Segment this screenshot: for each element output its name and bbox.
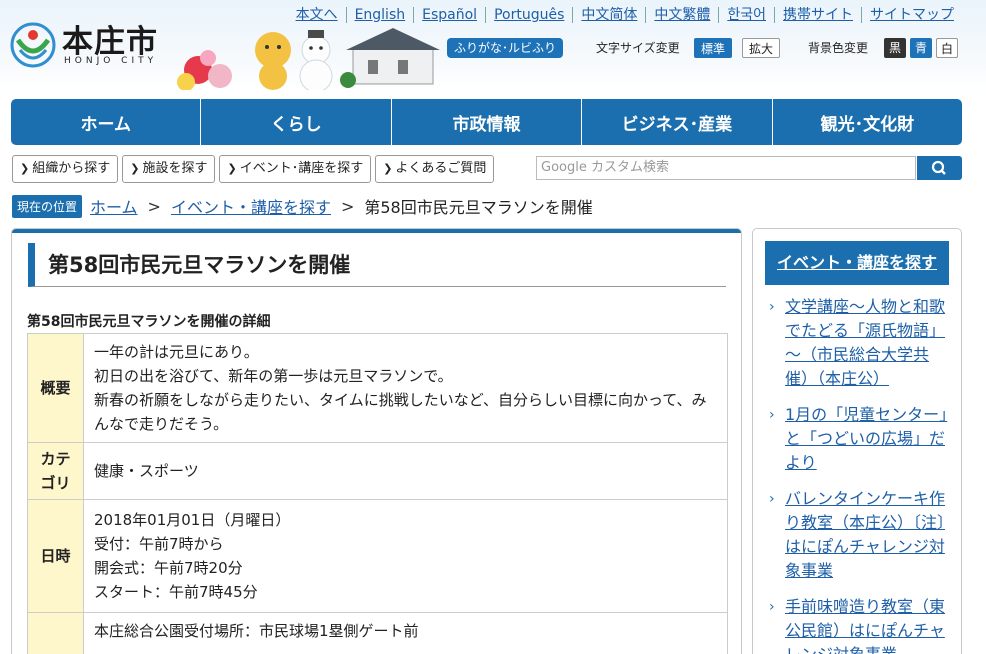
row-value: 健康・スポーツ bbox=[83, 442, 728, 500]
content-top-border bbox=[12, 229, 741, 233]
link-skip-to-content[interactable]: 本文へ bbox=[288, 7, 346, 23]
text-line: 受付：午前7時から bbox=[94, 535, 224, 553]
chevron-right-icon: ❯ bbox=[227, 162, 237, 175]
text-line: 新春の祈願をしながら走りたい、タイムに挑戦したいなど、自分らしい目標に向かって、… bbox=[94, 391, 707, 433]
find-events-button[interactable]: ❯ イベント･講座を探す bbox=[219, 155, 372, 183]
text-line: 一年の計は元旦にあり。 bbox=[94, 343, 259, 361]
row-label: カテゴリ bbox=[27, 442, 84, 500]
bg-blue-button[interactable]: 青 bbox=[910, 38, 932, 58]
link-portugues[interactable]: Português bbox=[485, 7, 572, 23]
font-size-label: 文字サイズ変更 bbox=[596, 41, 680, 55]
row-label: 概要 bbox=[27, 333, 84, 443]
button-label: 組織から探す bbox=[32, 161, 111, 176]
font-size-standard-button[interactable]: 標準 bbox=[694, 38, 733, 58]
chevron-right-icon: ❯ bbox=[20, 162, 30, 175]
nav-home[interactable]: ホーム bbox=[11, 99, 200, 145]
table-row: 本庄総合公園受付場所：市民球場1塁側ゲート前 bbox=[27, 612, 728, 654]
chevron-right-icon: › bbox=[769, 407, 775, 423]
chevron-right-icon: › bbox=[769, 599, 775, 615]
table-row: カテゴリ 健康・スポーツ bbox=[27, 442, 728, 500]
sidebar-link[interactable]: 1月の「児童センター」と「つどいの広場」だより bbox=[785, 405, 947, 472]
text-line: 本庄総合公園受付場所：市民球場1塁側ゲート前 bbox=[94, 622, 419, 640]
text-line: スタート：午前7時45分 bbox=[94, 583, 258, 601]
link-chinese-traditional[interactable]: 中文繁體 bbox=[645, 7, 718, 23]
chevron-right-icon: > bbox=[340, 196, 355, 216]
search-input[interactable]: Google カスタム検索 bbox=[536, 156, 916, 180]
list-item: › 1月の「児童センター」と「つどいの広場」だより bbox=[767, 403, 951, 475]
button-label: よくあるご質問 bbox=[395, 161, 487, 176]
sidebar-link[interactable]: 手前味噌造り教室（東公民館）はにぽんチャレンジ対象事業 bbox=[785, 597, 945, 654]
row-value: 一年の計は元旦にあり。 初日の出を浴びて、新年の第一歩は元旦マラソンで。 新春の… bbox=[83, 333, 728, 443]
chevron-right-icon: › bbox=[769, 299, 775, 315]
row-label bbox=[27, 612, 84, 654]
text-line: 開会式：午前7時20分 bbox=[94, 559, 243, 577]
row-value: 本庄総合公園受付場所：市民球場1塁側ゲート前 bbox=[83, 612, 728, 654]
nav-business[interactable]: ビジネス･産業 bbox=[581, 99, 771, 145]
row-value: 2018年01月01日（月曜日） 受付：午前7時から 開会式：午前7時20分 ス… bbox=[83, 499, 728, 613]
breadcrumb-current: 第58回市民元旦マラソンを開催 bbox=[364, 198, 593, 217]
nav-tourism[interactable]: 観光･文化財 bbox=[771, 99, 962, 145]
detail-title: 第58回市民元旦マラソンを開催の詳細 bbox=[27, 314, 271, 330]
find-facility-button[interactable]: ❯ 施設を探す bbox=[122, 155, 216, 183]
sidebar-link[interactable]: バレンタインケーキ作り教室（本庄公）〔注〕はにぽんチャレンジ対象事業 bbox=[785, 489, 945, 580]
row-label: 日時 bbox=[27, 499, 84, 613]
furigana-button[interactable]: ふりがな･ルビふり bbox=[447, 38, 564, 58]
link-mobile-site[interactable]: 携帯サイト bbox=[774, 7, 861, 23]
nav-living[interactable]: くらし bbox=[200, 99, 390, 145]
font-size-large-button[interactable]: 拡大 bbox=[742, 38, 781, 58]
table-row: 概要 一年の計は元旦にあり。 初日の出を浴びて、新年の第一歩は元旦マラソンで。 … bbox=[27, 333, 728, 443]
breadcrumb-events[interactable]: イベント・講座を探す bbox=[171, 194, 331, 218]
row-label-text: カテゴリ bbox=[40, 450, 71, 492]
table-row: 日時 2018年01月01日（月曜日） 受付：午前7時から 開会式：午前7時20… bbox=[27, 499, 728, 613]
sidebar-heading[interactable]: イベント・講座を探す bbox=[765, 241, 949, 285]
link-korean[interactable]: 한국어 bbox=[718, 7, 774, 23]
list-item: › バレンタインケーキ作り教室（本庄公）〔注〕はにぽんチャレンジ対象事業 bbox=[767, 487, 951, 583]
breadcrumb-tag: 現在の位置 bbox=[12, 194, 83, 218]
faq-button[interactable]: ❯ よくあるご質問 bbox=[375, 155, 495, 183]
city-emblem-icon bbox=[10, 22, 56, 68]
list-item: › 文学講座～人物と和歌でたどる「源氏物語」～（市民総合大学共催）（本庄公） bbox=[767, 295, 951, 391]
search-icon bbox=[931, 160, 946, 175]
sidebar-link[interactable]: 文学講座～人物と和歌でたどる「源氏物語」～（市民総合大学共催）（本庄公） bbox=[785, 297, 945, 388]
breadcrumb: 現在の位置 ホーム > イベント・講座を探す > 第58回市民元旦マラソンを開催 bbox=[12, 194, 593, 218]
nav-city-info[interactable]: 市政情報 bbox=[390, 99, 581, 145]
button-label: 施設を探す bbox=[142, 161, 208, 176]
link-sitemap[interactable]: サイトマップ bbox=[861, 7, 962, 23]
bg-white-button[interactable]: 白 bbox=[936, 38, 958, 58]
chevron-right-icon: > bbox=[147, 196, 161, 216]
bg-black-button[interactable]: 黒 bbox=[884, 38, 906, 58]
link-english[interactable]: English bbox=[345, 7, 414, 23]
page-title: 第58回市民元旦マラソンを開催 bbox=[28, 243, 726, 287]
chevron-right-icon: › bbox=[769, 491, 775, 507]
event-detail-table: 概要 一年の計は元旦にあり。 初日の出を浴びて、新年の第一歩は元旦マラソンで。 … bbox=[27, 333, 728, 654]
text-line: 初日の出を浴びて、新年の第一歩は元旦マラソンで。 bbox=[94, 367, 453, 385]
breadcrumb-home[interactable]: ホーム bbox=[90, 194, 138, 218]
top-links: 本文へ English Español Português 中文简体 中文繁體 … bbox=[288, 7, 962, 23]
sidebar: イベント・講座を探す › 文学講座～人物と和歌でたどる「源氏物語」～（市民総合大学… bbox=[752, 228, 962, 654]
logo-subtitle: HONJO CITY bbox=[64, 56, 158, 66]
main-content: 第58回市民元旦マラソンを開催 第58回市民元旦マラソンを開催の詳細 概要 一年… bbox=[11, 228, 742, 654]
logo-name: 本庄市 bbox=[62, 24, 158, 60]
global-nav: ホーム くらし 市政情報 ビジネス･産業 観光･文化財 bbox=[11, 99, 962, 145]
city-logo[interactable]: 本庄市 HONJO CITY bbox=[10, 18, 175, 74]
sidebar-list: › 文学講座～人物と和歌でたどる「源氏物語」～（市民総合大学共催）（本庄公） › 1… bbox=[767, 295, 951, 654]
text-line: 健康・スポーツ bbox=[94, 462, 199, 480]
link-espanol[interactable]: Español bbox=[413, 7, 485, 23]
text-line: 2018年01月01日（月曜日） bbox=[94, 511, 291, 529]
bg-color-label: 背景色変更 bbox=[808, 41, 869, 55]
find-by-organization-button[interactable]: ❯ 組織から探す bbox=[12, 155, 119, 183]
chevron-right-icon: ❯ bbox=[383, 162, 393, 175]
list-item: › 手前味噌造り教室（東公民館）はにぽんチャレンジ対象事業 bbox=[767, 595, 951, 654]
button-label: イベント･講座を探す bbox=[239, 161, 364, 176]
search-button[interactable] bbox=[917, 156, 962, 180]
sub-nav: ❯ 組織から探す ❯ 施設を探す ❯ イベント･講座を探す ❯ よくあるご質問 bbox=[12, 155, 495, 183]
chevron-right-icon: ❯ bbox=[130, 162, 140, 175]
link-chinese-simplified[interactable]: 中文简体 bbox=[572, 7, 645, 23]
